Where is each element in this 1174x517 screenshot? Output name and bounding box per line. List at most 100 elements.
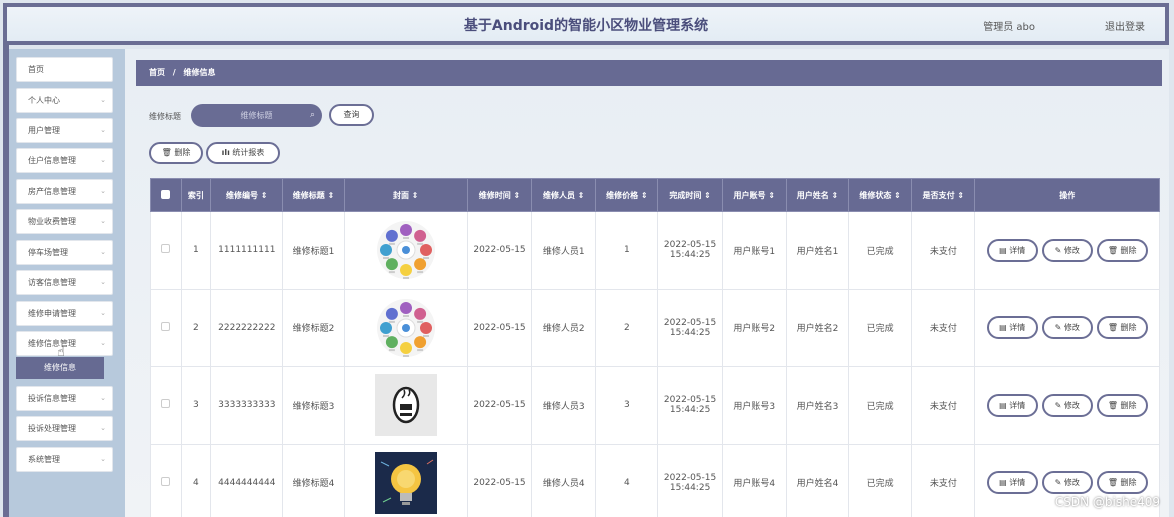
cell-index: 3 [180,366,212,445]
select-all-checkbox[interactable] [161,189,171,199]
row-checkbox[interactable] [161,321,171,331]
sidebar-item[interactable]: 投诉信息管理 ⌄ [16,386,113,411]
sidebar-item-label: 系统管理 [28,455,60,464]
chevron-down-icon: ⌄ [100,187,106,195]
chevron-down-icon: ⌄ [100,126,106,134]
edit-button[interactable]: ✎ 修改 [1041,238,1093,262]
done-clock: 15:44:25 [669,405,711,416]
table-row: 1 1111111111 维修标题1 2022-05-15 维修人员1 1 2022-05-… [150,211,1160,290]
column-header[interactable]: 封面 ⇕ [343,178,468,212]
cell-title: 维修标题2 [282,288,345,367]
cell-name: 用户姓名4 [785,443,850,517]
delete-button[interactable]: 🗑 删除 [1096,238,1148,262]
search-button[interactable]: 查询 [329,104,374,126]
cell-status: 已完成 [848,443,913,517]
sidebar-item[interactable]: 访客信息管理 ⌄ [16,270,113,295]
detail-button[interactable]: ▤ 详情 [986,316,1038,340]
cell-status: 已完成 [848,288,913,367]
detail-button[interactable]: ▤ 详情 [986,471,1038,495]
search-placeholder: 维修标题 [240,111,273,120]
cell-price: 3 [595,366,659,445]
cell-staff: 维修人员1 [531,211,597,290]
cell-code: 1111111111 [210,211,284,290]
cell-paid: 未支付 [911,211,976,290]
table-header-row: 索引 维修编号 ⇕ 维修标题 ⇕ 封面 ⇕ 维修时间 ⇕ 维修人员 ⇕ 维修价格… [150,178,1160,212]
document-icon: ▤ [999,245,1007,255]
sidebar-item-label: 维修信息管理 [28,339,76,348]
table-row: 3 3333333333 维修标题3 2022-05-15 维修人员3 3 2022-05-… [150,366,1160,445]
cell-index: 2 [180,288,212,367]
breadcrumb-home[interactable]: 首页 [149,68,165,77]
chevron-down-icon: ⌄ [100,156,106,164]
done-clock: 15:44:25 [669,327,711,338]
sidebar-item[interactable]: 个人中心 ⌄ [16,88,113,113]
trash-icon: 🗑 [1107,478,1118,488]
column-header[interactable]: 维修标题 ⇕ [282,178,345,212]
sidebar-item-label: 首页 [28,65,44,74]
edit-button[interactable]: ✎ 修改 [1041,393,1093,417]
edit-button[interactable]: ✎ 修改 [1041,316,1093,340]
cell-done-time: 2022-05-15 15:44:25 [657,288,723,367]
cell-staff: 维修人员4 [531,443,597,517]
chevron-down-icon: ⌄ [100,455,106,463]
column-header[interactable]: 用户账号 ⇕ [721,178,787,212]
delete-button[interactable]: 🗑 删除 [1096,316,1148,340]
cell-ops: ▤ 详情 ✎ 修改 🗑 删除 [974,288,1160,367]
chevron-down-icon: ⌄ [100,278,106,286]
sidebar-item-label: 停车场管理 [28,248,68,257]
cover-image[interactable] [374,451,437,514]
logout-link[interactable]: 退出登录 [1105,18,1145,33]
bulk-delete-button[interactable]: 🗑 删除 [149,142,203,164]
breadcrumb: 首页 / 维修信息 [136,60,1162,86]
chevron-down-icon: ⌄ [100,339,106,347]
row-checkbox[interactable] [161,476,171,486]
cell-ops: ▤ 详情 ✎ 修改 🗑 删除 [974,366,1160,445]
delete-button[interactable]: 🗑 删除 [1096,393,1148,417]
cell-time: 2022-05-15 [466,288,533,367]
sidebar-item[interactable]: 物业收费管理 ⌄ [16,209,113,234]
column-header[interactable]: 维修价格 ⇕ [595,178,659,212]
sidebar-item[interactable]: 维修申请管理 ⌄ [16,301,113,326]
column-header[interactable]: 是否支付 ⇕ [911,178,976,212]
sidebar-item[interactable]: 系统管理 ⌄ [16,447,113,472]
detail-label: 详情 [1009,323,1026,333]
done-date: 2022-05-15 [663,395,717,406]
sidebar-item[interactable]: 房产信息管理 ⌄ [16,179,113,204]
sidebar-subitem-repair-info[interactable]: 维修信息 [16,357,104,379]
done-clock: 15:44:25 [669,482,711,493]
column-header[interactable]: 完成时间 ⇕ [657,178,723,212]
row-checkbox[interactable] [161,399,171,409]
column-header[interactable]: 维修人员 ⇕ [531,178,597,212]
bar-chart-icon: ılı [221,148,230,157]
sidebar-item[interactable]: 住户信息管理 ⌄ [16,148,113,173]
cell-paid: 未支付 [911,366,976,445]
sidebar-item[interactable]: 用户管理 ⌄ [16,118,113,143]
column-header[interactable]: 维修状态 ⇕ [848,178,913,212]
cover-image[interactable] [375,298,437,357]
row-checkbox[interactable] [161,244,171,254]
cover-image[interactable] [374,374,437,437]
sidebar-item[interactable]: 首页 [16,57,113,82]
detail-button[interactable]: ▤ 详情 [986,238,1038,262]
trash-icon: 🗑 [1107,400,1118,410]
cell-account: 用户账号2 [721,288,787,367]
column-header[interactable]: 维修编号 ⇕ [210,178,284,212]
cover-image[interactable] [375,221,437,280]
chevron-down-icon: ⌄ [100,309,106,317]
sidebar-item[interactable]: 停车场管理 ⌄ [16,240,113,265]
sidebar-item[interactable]: 投诉处理管理 ⌄ [16,416,113,441]
search-input[interactable]: 维修标题 ⌕ [191,104,322,127]
column-header[interactable]: 维修时间 ⇕ [466,178,533,212]
column-header-ops: 操作 [974,178,1160,212]
detail-button[interactable]: ▤ 详情 [986,393,1038,417]
edit-button[interactable]: ✎ 修改 [1041,471,1093,495]
cell-done-time: 2022-05-15 15:44:25 [657,443,723,517]
cell-name: 用户姓名1 [785,211,850,290]
delete-button[interactable]: 🗑 删除 [1096,471,1148,495]
cell-price: 4 [595,443,659,517]
table-body: 1 1111111111 维修标题1 2022-05-15 维修人员1 1 2022-05-… [150,211,1160,517]
stats-report-button[interactable]: ılı 统计报表 [206,142,280,164]
column-header[interactable]: 用户姓名 ⇕ [785,178,850,212]
column-header[interactable]: 索引 [180,178,212,212]
delete-label: 删除 [1120,400,1137,410]
